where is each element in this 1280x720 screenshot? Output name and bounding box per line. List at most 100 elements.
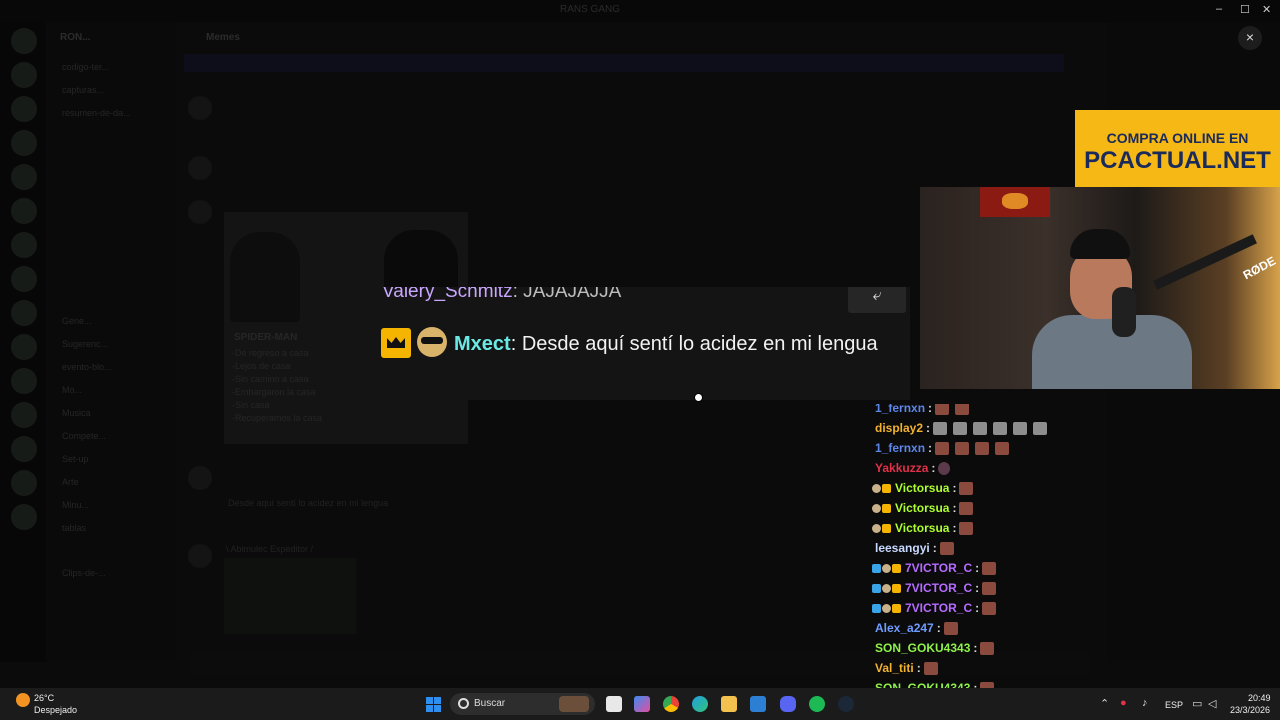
server-icon[interactable] xyxy=(11,198,37,224)
avatar[interactable] xyxy=(188,156,212,180)
channel-item[interactable]: resumen-de-da... xyxy=(62,108,131,118)
channel-banner xyxy=(184,54,1064,72)
chat-username[interactable]: 1_fernxn xyxy=(875,441,925,455)
tray-app-icon[interactable]: ● xyxy=(1120,697,1127,709)
chat-username[interactable]: Victorsua xyxy=(895,521,949,535)
clock-date[interactable]: 23/3/2026 xyxy=(1230,705,1270,715)
avatar[interactable] xyxy=(188,96,212,120)
chat-username[interactable]: Victorsua xyxy=(895,501,949,515)
search-label: Buscar xyxy=(474,698,506,709)
server-icon[interactable] xyxy=(11,164,37,190)
close-button[interactable]: × xyxy=(1238,26,1262,50)
chat-username[interactable]: SON_GOKU4343 xyxy=(875,641,970,655)
minimize-button[interactable]: – xyxy=(1216,3,1222,15)
chat-username[interactable]: Victorsua xyxy=(895,481,949,495)
mic-brand: RØDE xyxy=(1240,253,1278,283)
avatar[interactable] xyxy=(188,200,212,224)
server-icon[interactable] xyxy=(11,266,37,292)
spotify-icon[interactable] xyxy=(809,696,825,712)
server-icon[interactable] xyxy=(11,504,37,530)
emote-icon xyxy=(995,441,1010,455)
meme-line: -De regreso a casa xyxy=(232,348,309,358)
server-icon[interactable] xyxy=(11,402,37,428)
chat-separator: : xyxy=(931,461,936,475)
window-close-button[interactable]: ✕ xyxy=(1262,3,1271,16)
emote-icon xyxy=(1013,421,1028,435)
channel-item[interactable]: Compete... xyxy=(62,431,106,441)
channel-item[interactable]: Minu... xyxy=(62,500,89,510)
clock-time[interactable]: 20:49 xyxy=(1248,693,1271,703)
network-icon[interactable]: ▭ xyxy=(1192,697,1202,710)
server-icon[interactable] xyxy=(11,436,37,462)
channel-item[interactable]: Set-up xyxy=(62,454,89,464)
avatar[interactable] xyxy=(188,544,212,568)
steam-icon[interactable] xyxy=(838,696,854,712)
chat-username[interactable]: display2 xyxy=(875,421,923,435)
channel-item[interactable]: tablas xyxy=(62,523,86,533)
server-icon[interactable] xyxy=(11,334,37,360)
volume-icon[interactable]: ◁ xyxy=(1208,697,1216,710)
chat-username[interactable]: Alex_a247 xyxy=(875,621,934,635)
task-view-icon[interactable] xyxy=(606,696,622,712)
cube-badge-icon xyxy=(872,563,881,573)
maximize-button[interactable]: ☐ xyxy=(1240,3,1250,16)
chat-separator: : xyxy=(975,601,980,615)
emote-icon xyxy=(993,421,1008,435)
chat-username[interactable]: 7VICTOR_C xyxy=(905,561,972,575)
microphone-tray-icon[interactable]: ♪ xyxy=(1142,697,1148,709)
chat-line: 7VICTOR_C: xyxy=(872,600,1002,616)
chat-username[interactable]: Val_titi xyxy=(875,661,914,675)
reply-button[interactable]: ⤶ xyxy=(848,287,906,313)
previous-message: Valery_Schmitz: JAJAJAJJA xyxy=(382,287,621,303)
mail-icon[interactable] xyxy=(750,696,766,712)
channel-item[interactable]: Gene... xyxy=(62,316,92,326)
emote-icon xyxy=(975,441,990,455)
channel-item[interactable]: Mo... xyxy=(62,385,82,395)
emote-icon xyxy=(982,561,997,575)
channel-item[interactable]: capturas... xyxy=(62,85,104,95)
weather-temperature[interactable]: 26°C xyxy=(34,693,54,703)
avatar[interactable] xyxy=(188,466,212,490)
emote-icon xyxy=(959,501,974,515)
file-explorer-icon[interactable] xyxy=(721,696,737,712)
chat-username[interactable]: 7VICTOR_C xyxy=(905,601,972,615)
channel-item[interactable]: Clips-de-... xyxy=(62,568,106,578)
server-icon[interactable] xyxy=(11,62,37,88)
server-icon[interactable] xyxy=(11,28,37,54)
meme-line: -Sin camino a casa xyxy=(232,374,309,384)
chat-username[interactable]: Yakkuzza xyxy=(875,461,928,475)
chevron-up-icon[interactable]: ⌃ xyxy=(1100,697,1109,710)
emote-icon xyxy=(938,461,951,475)
chat-line: Victorsua: xyxy=(872,480,979,496)
video-thumbnail[interactable] xyxy=(224,558,356,634)
channel-item[interactable]: codigo-ter... xyxy=(62,62,109,72)
weather-description[interactable]: Despejado xyxy=(34,705,77,715)
mic-arm xyxy=(1153,234,1257,290)
chat-line: 1_fernxn: xyxy=(872,440,1015,456)
start-button[interactable] xyxy=(426,697,441,712)
chat-username[interactable]: 7VICTOR_C xyxy=(905,581,972,595)
channel-item[interactable]: evento-blo... xyxy=(62,362,112,372)
copilot-icon[interactable] xyxy=(634,696,650,712)
server-icon[interactable] xyxy=(11,96,37,122)
emote-icon xyxy=(933,421,948,435)
server-icon[interactable] xyxy=(11,470,37,496)
bg-author: \ Abimulec Expeditor / xyxy=(226,544,314,554)
chat-username[interactable]: 1_fernxn xyxy=(875,404,925,415)
server-icon[interactable] xyxy=(11,130,37,156)
channel-item[interactable]: Sugerenc... xyxy=(62,339,108,349)
taskbar-search[interactable]: Buscar xyxy=(450,693,595,715)
server-icon[interactable] xyxy=(11,300,37,326)
server-name[interactable]: RON... xyxy=(60,32,91,43)
channel-item[interactable]: Musica xyxy=(62,408,91,418)
chrome-icon[interactable] xyxy=(663,696,679,712)
server-icon[interactable] xyxy=(11,368,37,394)
chat-username[interactable]: leesangyi xyxy=(875,541,930,555)
weather-icon[interactable] xyxy=(16,693,30,707)
chat-line: SON_GOKU4343: xyxy=(872,640,1000,656)
language-indicator[interactable]: ESP xyxy=(1165,700,1183,710)
discord-icon[interactable] xyxy=(780,696,796,712)
edge-icon[interactable] xyxy=(692,696,708,712)
server-icon[interactable] xyxy=(11,232,37,258)
channel-item[interactable]: Arte xyxy=(62,477,79,487)
